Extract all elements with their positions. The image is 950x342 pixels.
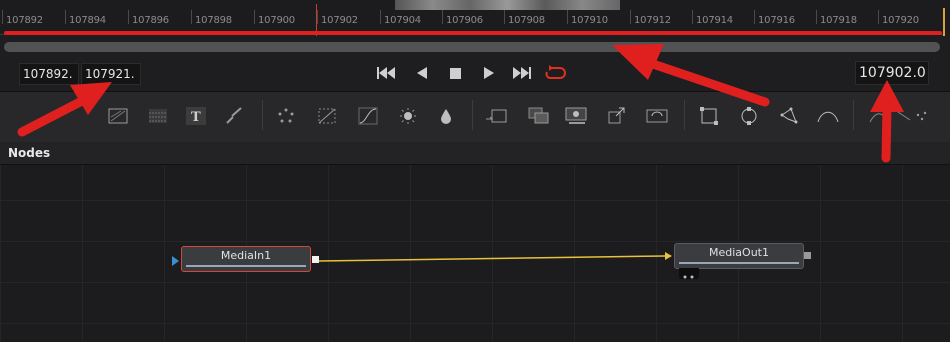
node-label: MediaIn1 (220, 249, 272, 262)
media-out-node[interactable]: MediaOut1 (674, 243, 804, 269)
media-in-node[interactable]: MediaIn1 (181, 246, 311, 272)
viewer-dots-icon (683, 275, 694, 279)
node-connection (172, 252, 672, 266)
node-status-bar (186, 265, 306, 267)
media-in-output-port[interactable] (312, 256, 319, 263)
node-label: MediaOut1 (709, 246, 769, 259)
view-indicator[interactable] (679, 268, 699, 279)
node-status-bar (679, 262, 799, 264)
media-out-output-port[interactable] (804, 252, 811, 259)
